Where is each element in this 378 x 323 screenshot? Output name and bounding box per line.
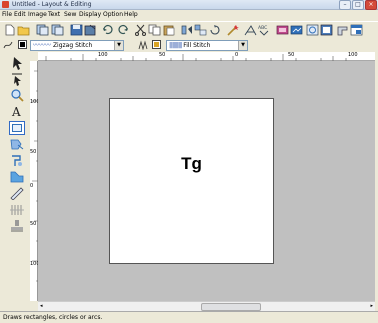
hatch-stitch-icon[interactable]: [9, 203, 25, 217]
select-arrow-icon[interactable]: [9, 56, 25, 70]
scroll-left-icon[interactable]: ◂: [40, 302, 43, 311]
align-icon[interactable]: [194, 24, 207, 36]
machine-icon[interactable]: [336, 24, 349, 36]
copy-icon[interactable]: [148, 24, 161, 36]
point-edit-icon[interactable]: [9, 72, 25, 86]
sew-simulator-icon[interactable]: [306, 24, 319, 36]
status-bar: Draws rectangles, circles or arcs.: [0, 311, 378, 323]
chevron-down-icon: ▼: [114, 41, 123, 50]
save-icon[interactable]: [70, 24, 83, 36]
rotate-icon[interactable]: [208, 24, 221, 36]
line-stitch-label: Zigzag Stitch: [52, 42, 93, 49]
stamp-icon[interactable]: [9, 219, 25, 233]
region-stitch-select[interactable]: |||||||||||| Fill Stitch ▼: [166, 40, 248, 51]
new-file-icon[interactable]: [3, 24, 16, 36]
outline-shape-icon[interactable]: [9, 137, 25, 151]
menu-image[interactable]: Image: [28, 10, 47, 20]
sew-shape-icon[interactable]: [9, 154, 25, 168]
ruler-label: 100: [348, 52, 358, 58]
ruler-label: 100: [98, 52, 108, 58]
ruler-label: 50: [288, 52, 295, 58]
text-tool-icon[interactable]: A: [9, 104, 25, 118]
minimize-button[interactable]: –: [339, 0, 351, 10]
send-to-card-icon[interactable]: [84, 24, 97, 36]
horizontal-scrollbar[interactable]: ◂ ▸: [38, 301, 375, 311]
menu-file[interactable]: File: [2, 10, 12, 20]
region-sew-icon[interactable]: [138, 40, 148, 50]
line-color-swatch[interactable]: [18, 40, 27, 49]
tool-palette: A: [0, 52, 30, 314]
scroll-right-icon[interactable]: ▸: [370, 302, 373, 311]
menu-help[interactable]: Help: [124, 10, 138, 20]
zoom-icon[interactable]: [9, 88, 25, 102]
text-abc-icon[interactable]: ABC: [258, 24, 271, 36]
canvas-text[interactable]: Tg: [110, 154, 273, 174]
text-arrange-icon[interactable]: [244, 24, 257, 36]
design-page[interactable]: Tg: [109, 98, 274, 264]
menu-sew[interactable]: Sew: [64, 10, 76, 20]
ruler-label: 0: [235, 52, 239, 58]
ruler-label: 50: [30, 221, 37, 227]
ruler-label: 50: [159, 52, 166, 58]
close-button[interactable]: ×: [365, 0, 377, 10]
svg-text:A: A: [11, 105, 21, 118]
paste-icon[interactable]: [162, 24, 175, 36]
import-icon[interactable]: [36, 24, 49, 36]
ruler-label: 50: [30, 149, 37, 155]
app-icon: [2, 1, 9, 8]
svg-text:ABC: ABC: [258, 25, 267, 31]
scroll-thumb[interactable]: [201, 303, 261, 311]
stitch-image-icon[interactable]: [290, 24, 303, 36]
stitch-toolbar: 〰〰〰 Zigzag Stitch ▼ |||||||||||| Fill St…: [0, 39, 378, 51]
app-window: Untitled - Layout & Editing – □ × File E…: [0, 0, 378, 323]
menu-option[interactable]: Option: [103, 10, 123, 20]
menu-text[interactable]: Text: [48, 10, 60, 20]
region-color-swatch[interactable]: [152, 40, 161, 49]
export-icon[interactable]: [51, 24, 64, 36]
ruler-label: 0: [30, 183, 34, 189]
rectangle-icon: [12, 124, 22, 132]
line-stitch-select[interactable]: 〰〰〰 Zigzag Stitch ▼: [30, 40, 124, 51]
window-title: Untitled - Layout & Editing: [12, 1, 92, 8]
image-tool-icon[interactable]: [276, 24, 289, 36]
menu-display[interactable]: Display: [79, 10, 101, 20]
chevron-down-icon: ▼: [238, 41, 247, 50]
region-stitch-label: Fill Stitch: [183, 42, 211, 49]
properties-icon[interactable]: [350, 24, 363, 36]
line-sew-icon[interactable]: [3, 40, 13, 50]
rectangle-tool[interactable]: [9, 121, 25, 135]
undo-icon[interactable]: [102, 24, 115, 36]
stitch-edit-icon[interactable]: [9, 186, 25, 200]
open-folder-icon[interactable]: [17, 24, 30, 36]
design-canvas[interactable]: Tg: [38, 61, 375, 301]
maximize-button[interactable]: □: [352, 0, 364, 10]
title-bar: Untitled - Layout & Editing – □ ×: [0, 0, 378, 10]
menu-edit[interactable]: Edit: [14, 10, 26, 20]
main-toolbar: ABC: [0, 21, 378, 39]
menu-bar: File Edit Image Text Sew Display Option …: [0, 10, 378, 20]
color-fill-icon[interactable]: [9, 170, 25, 184]
magic-wand-icon[interactable]: [226, 24, 239, 36]
mirror-icon[interactable]: [180, 24, 193, 36]
preview-icon[interactable]: [320, 24, 333, 36]
redo-icon[interactable]: [116, 24, 129, 36]
cut-icon[interactable]: [134, 24, 147, 36]
